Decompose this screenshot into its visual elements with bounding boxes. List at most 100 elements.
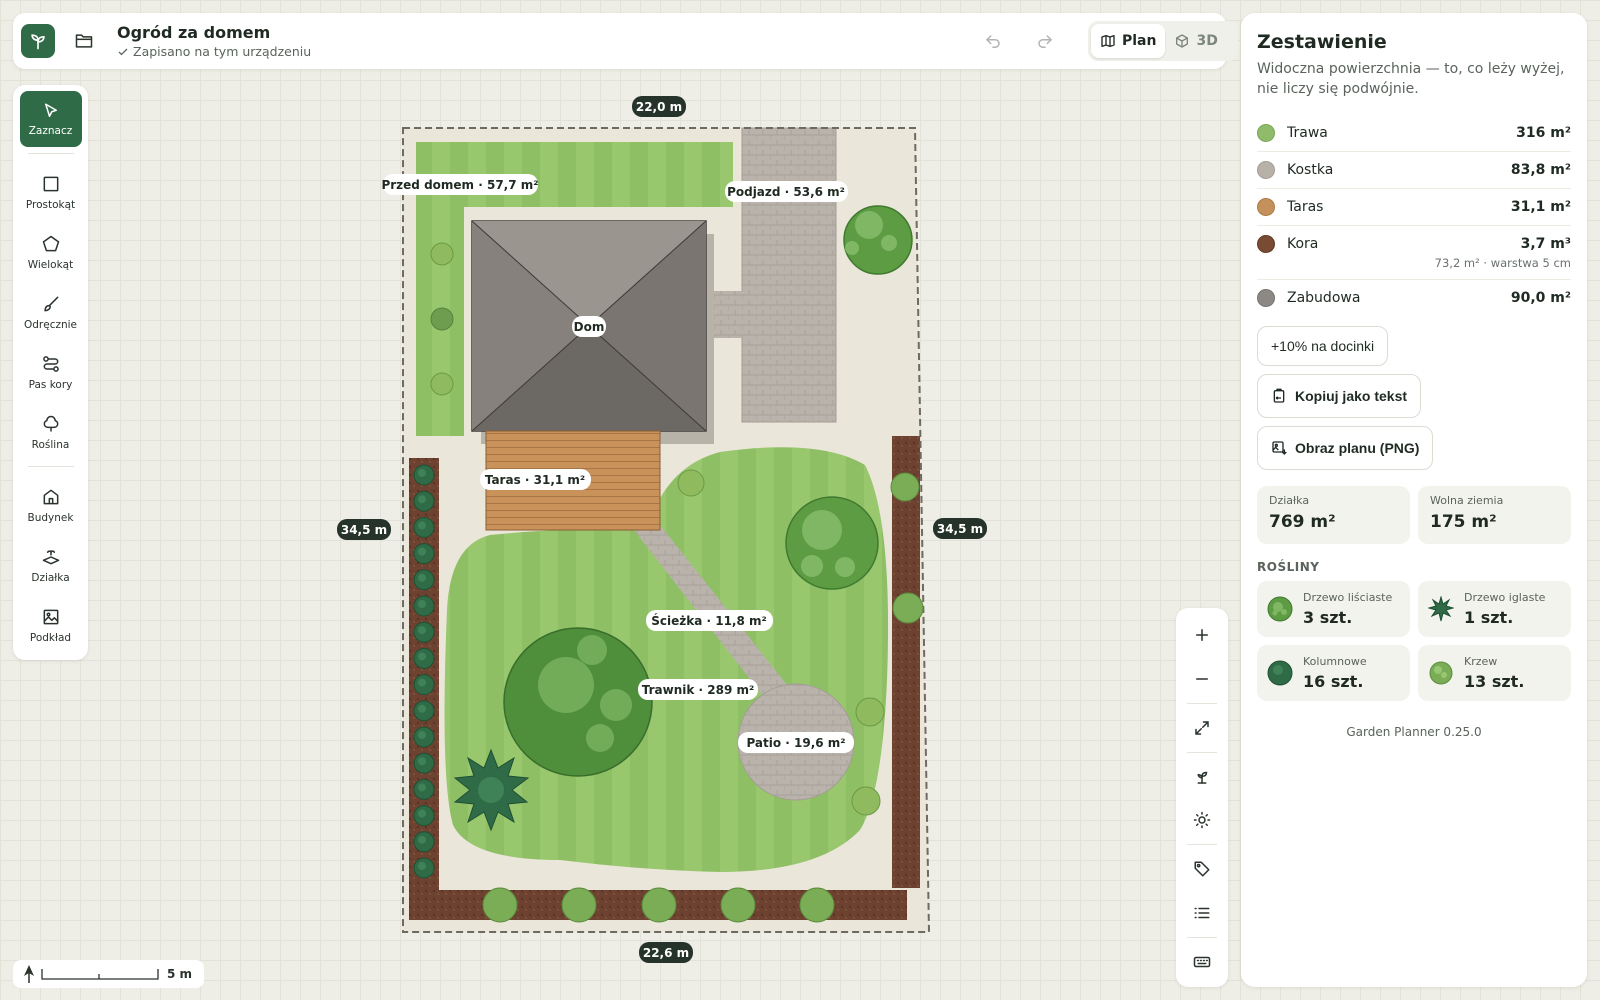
shrub[interactable] <box>641 887 677 923</box>
view-3d-label: 3D <box>1196 33 1218 49</box>
cube-icon <box>1176 34 1189 48</box>
driveway[interactable] <box>741 127 837 423</box>
tool-underlay[interactable]: Podkład <box>20 597 82 653</box>
svg-text:34,5 m: 34,5 m <box>341 523 387 537</box>
list-icon <box>1194 907 1210 919</box>
sun-button[interactable] <box>1182 802 1222 840</box>
material-name: Kostka <box>1287 162 1334 178</box>
shrub[interactable] <box>799 887 835 923</box>
tool-parcel-label: Działka <box>31 571 70 584</box>
rail-divider <box>1187 937 1217 939</box>
tool-parcel[interactable]: Działka <box>20 537 82 593</box>
stat-label: Wolna ziemia <box>1430 494 1504 507</box>
export-png-button[interactable]: Obraz planu (PNG) <box>1257 426 1434 470</box>
material-swatch <box>1257 289 1275 307</box>
dimension-left: 34,5 m <box>337 519 391 540</box>
material-area: 3,7 m³ <box>1520 236 1571 252</box>
svg-text:Patio · 19,6 m²: Patio · 19,6 m² <box>746 736 845 750</box>
fit-icon <box>1195 720 1209 735</box>
tool-freehand[interactable]: Odręcznie <box>20 284 82 340</box>
shrub[interactable] <box>561 887 597 923</box>
material-name: Kora <box>1287 236 1319 252</box>
shrub[interactable] <box>430 372 454 396</box>
app-logo[interactable] <box>21 24 55 58</box>
columnar-icon <box>1267 660 1293 686</box>
view-controls <box>1176 608 1228 987</box>
app-version: Garden Planner 0.25.0 <box>1346 725 1482 739</box>
area-label-house: Dom <box>572 316 606 337</box>
deciduous-tree[interactable] <box>503 627 653 777</box>
plant-icon <box>1197 771 1208 784</box>
document-title[interactable]: Ogród za domem <box>117 23 311 42</box>
svg-text:Taras · 31,1 m²: Taras · 31,1 m² <box>485 473 585 487</box>
shrub[interactable] <box>890 472 920 502</box>
materials-list: Trawa 316 m² Kostka 83,8 m² Taras 31,1 m… <box>1257 115 1571 316</box>
material-area: 316 m² <box>1516 125 1571 141</box>
redo-button[interactable] <box>1028 25 1062 59</box>
image-export-icon <box>1272 441 1287 455</box>
copy-text-button[interactable]: Kopiuj jako tekst <box>1257 374 1422 418</box>
deciduous-tree-icon <box>1267 596 1293 622</box>
columnar-plant-highlight <box>418 678 426 687</box>
toolbar-divider <box>27 153 74 154</box>
tool-bark-strip[interactable]: Pas kory <box>20 344 82 400</box>
tool-bark-strip-label: Pas kory <box>28 378 73 391</box>
labels-button[interactable] <box>1182 850 1222 888</box>
list-button[interactable] <box>1182 894 1222 932</box>
shrub[interactable] <box>430 307 454 331</box>
open-project-button[interactable] <box>67 24 101 58</box>
deciduous-tree[interactable] <box>785 496 879 590</box>
zoom-out-button[interactable] <box>1182 660 1222 698</box>
dimension-right: 34,5 m <box>933 518 987 539</box>
tool-building[interactable]: Budynek <box>20 477 82 533</box>
summary-panel: Zestawienie Widoczna powierzchnia — to, … <box>1241 13 1587 987</box>
panel-subtitle: Widoczna powierzchnia — to, co leży wyże… <box>1257 61 1565 97</box>
svg-text:22,0 m: 22,0 m <box>636 100 682 114</box>
keyboard-shortcuts-button[interactable] <box>1182 943 1222 981</box>
deciduous-tree[interactable] <box>843 205 913 275</box>
tool-plant[interactable]: Roślina <box>20 404 82 460</box>
pentagon-icon <box>42 235 59 251</box>
tag-icon <box>1194 861 1210 877</box>
tool-select[interactable]: Zaznacz <box>19 91 82 147</box>
north-arrow-icon <box>24 965 34 983</box>
columnar-plant-highlight <box>418 547 426 556</box>
dimension-bottom: 22,6 m <box>639 942 693 963</box>
bark-bed-right[interactable] <box>892 436 920 888</box>
zoom-in-button[interactable] <box>1182 616 1222 654</box>
zoom-in-icon <box>1196 628 1208 641</box>
save-status: Zapisano na tym urządzeniu <box>117 44 311 59</box>
tool-rectangle[interactable]: Prostokąt <box>20 164 82 220</box>
undo-button[interactable] <box>976 25 1010 59</box>
view-plan-button[interactable]: Plan <box>1091 24 1166 58</box>
plan-canvas[interactable]: Przed domem · 57,7 m² Podjazd · 53,6 m² … <box>0 0 1240 1000</box>
stat-free-soil: Wolna ziemia 175 m² <box>1418 486 1571 544</box>
folder-icon <box>75 34 93 48</box>
svg-text:34,5 m: 34,5 m <box>937 522 983 536</box>
plant-layer-button[interactable] <box>1182 758 1222 796</box>
stat-value: 769 m² <box>1269 512 1336 532</box>
waste-toggle-button[interactable]: +10% na docinki <box>1257 326 1389 366</box>
tool-polygon[interactable]: Wielokąt <box>20 224 82 280</box>
dimension-top: 22,0 m <box>632 96 686 117</box>
shrub[interactable] <box>430 242 454 266</box>
columnar-plant-highlight <box>418 521 426 530</box>
shrub[interactable] <box>720 887 756 923</box>
plant-name: Kolumnowe <box>1303 655 1367 668</box>
fit-view-button[interactable] <box>1182 709 1222 747</box>
shrub[interactable] <box>851 786 881 816</box>
parcel-icon <box>42 549 59 564</box>
material-name: Taras <box>1287 199 1324 215</box>
shrub[interactable] <box>677 469 705 497</box>
brush-icon <box>43 296 58 311</box>
view-3d-button[interactable]: 3D <box>1165 24 1226 58</box>
shrub[interactable] <box>482 887 518 923</box>
svg-text:Ścieżka · 11,8 m²: Ścieżka · 11,8 m² <box>651 613 767 628</box>
plants-grid: Drzewo liściaste 3 szt. Drzewo iglaste 1… <box>1257 581 1571 701</box>
shrub[interactable] <box>892 592 924 624</box>
material-swatch <box>1257 198 1275 216</box>
columnar-plant-highlight <box>418 573 426 582</box>
shrub[interactable] <box>855 697 885 727</box>
shrub-icon <box>1429 661 1453 685</box>
plant-count: 3 szt. <box>1303 608 1353 627</box>
